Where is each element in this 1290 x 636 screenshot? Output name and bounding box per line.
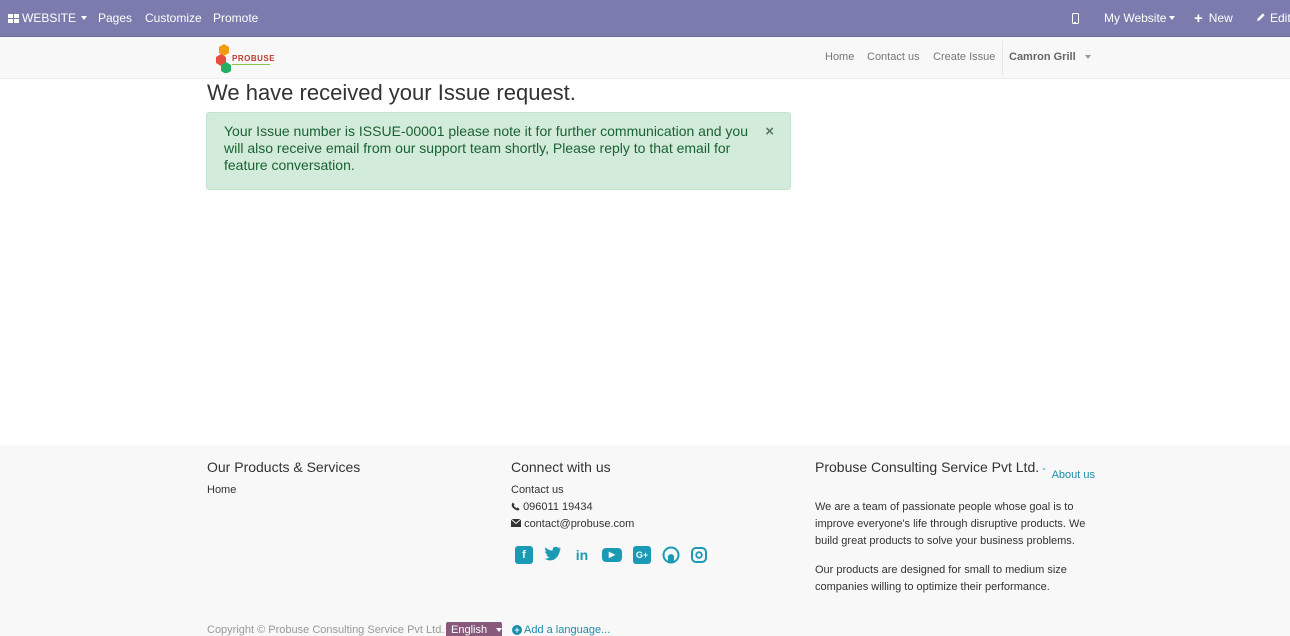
customize-menu-button[interactable]: Customize [145, 0, 202, 36]
caret-down-icon [1169, 16, 1176, 20]
copyright-text: Copyright © Probuse Consulting Service P… [207, 624, 445, 636]
language-label: English [451, 624, 488, 636]
nav-create-issue-link[interactable]: Create Issue [933, 51, 995, 63]
alert-message: Your Issue number is ISSUE-00001 please … [224, 123, 748, 173]
logo-text: PROBUSE [232, 54, 276, 63]
mobile-icon [1072, 12, 1079, 24]
github-icon[interactable] [662, 546, 680, 564]
footer-home-link[interactable]: Home [207, 484, 236, 496]
footer-email: contact@probuse.com [510, 518, 635, 530]
footer: Our Products & Services Home Connect wit… [0, 445, 1290, 636]
new-label: New [1208, 11, 1233, 25]
user-menu-dropdown[interactable]: Camron Grill [1009, 51, 1091, 63]
nav-divider [1002, 41, 1003, 75]
caret-down-icon [1084, 55, 1091, 60]
pages-menu-button[interactable]: Pages [98, 0, 132, 36]
add-language-label: Add a language... [524, 624, 611, 636]
google-plus-icon[interactable]: G+ [633, 546, 651, 564]
about-us-link[interactable]: About us [1052, 469, 1095, 481]
footer-products-title: Our Products & Services [207, 459, 361, 475]
linkedin-icon[interactable]: in [573, 546, 591, 564]
youtube-icon[interactable]: ▶ [602, 548, 622, 562]
about-paragraph-1: We are a team of passionate people whose… [815, 501, 1086, 547]
caret-down-icon [81, 16, 88, 20]
plus-icon: + [1194, 9, 1203, 27]
logo-underline [232, 64, 270, 65]
instagram-icon[interactable] [691, 547, 707, 563]
website-menu-button[interactable]: WEBSITE [8, 0, 88, 36]
mobile-preview-button[interactable] [1072, 0, 1079, 36]
new-button[interactable]: + New [1194, 0, 1233, 36]
footer-connect-title: Connect with us [511, 459, 611, 475]
phone-number: 096011 19434 [523, 501, 593, 513]
my-website-dropdown[interactable]: My Website [1104, 0, 1176, 36]
admin-bar: WEBSITE Pages Customize Promote My Websi… [0, 0, 1290, 37]
language-selector[interactable]: English [446, 622, 503, 636]
twitter-icon[interactable] [544, 546, 562, 564]
plus-circle-icon: + [512, 625, 522, 635]
phone-icon [511, 501, 523, 513]
add-language-link[interactable]: + Add a language... [512, 624, 610, 636]
user-name: Camron Grill [1009, 51, 1076, 63]
nav-contact-us-link[interactable]: Contact us [867, 51, 920, 63]
nav-home-link[interactable]: Home [825, 51, 854, 63]
pencil-icon [1256, 0, 1266, 36]
edit-button[interactable]: Edit [1256, 0, 1290, 36]
social-links: f in ▶ G+ [515, 546, 707, 564]
facebook-icon[interactable]: f [515, 546, 533, 564]
close-icon[interactable]: × [765, 123, 774, 140]
footer-phone: 096011 19434 [511, 501, 593, 513]
website-menu-label: WEBSITE [22, 11, 77, 25]
site-navbar: PROBUSE Home Contact us Create Issue Cam… [0, 37, 1290, 79]
promote-menu-button[interactable]: Promote [213, 0, 258, 36]
page-title: We have received your Issue request. [207, 80, 576, 105]
my-website-label: My Website [1104, 11, 1167, 25]
caret-down-icon [496, 628, 503, 633]
footer-contact-link[interactable]: Contact us [511, 484, 564, 496]
email-address: contact@probuse.com [524, 518, 635, 530]
success-alert: Your Issue number is ISSUE-00001 please … [206, 112, 791, 190]
about-link-block: Probuse Consulting Service Pvt Ltd. - Ab… [815, 465, 1095, 484]
edit-label: Edit [1270, 11, 1290, 25]
company-logo[interactable]: PROBUSE [216, 43, 276, 73]
about-paragraph-2: Our products are designed for small to m… [815, 564, 1067, 593]
apps-grid-icon [8, 13, 19, 23]
envelope-icon [510, 518, 524, 530]
